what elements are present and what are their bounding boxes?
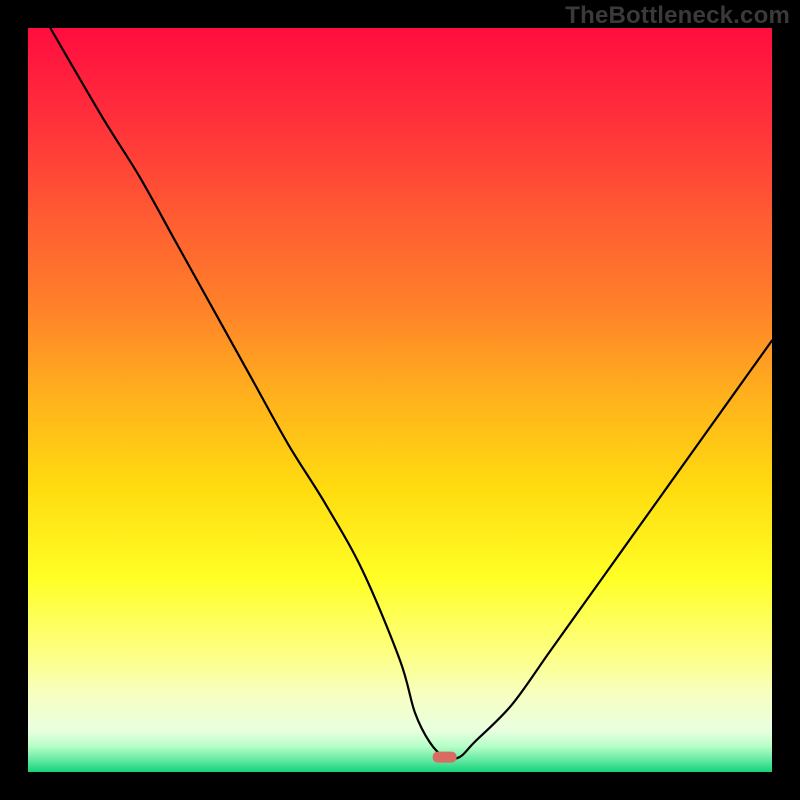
- bottleneck-chart: [28, 28, 772, 772]
- plot-area: [28, 28, 772, 772]
- watermark: TheBottleneck.com: [565, 2, 790, 30]
- optimal-marker: [433, 752, 457, 763]
- chart-frame: TheBottleneck.com: [0, 0, 800, 800]
